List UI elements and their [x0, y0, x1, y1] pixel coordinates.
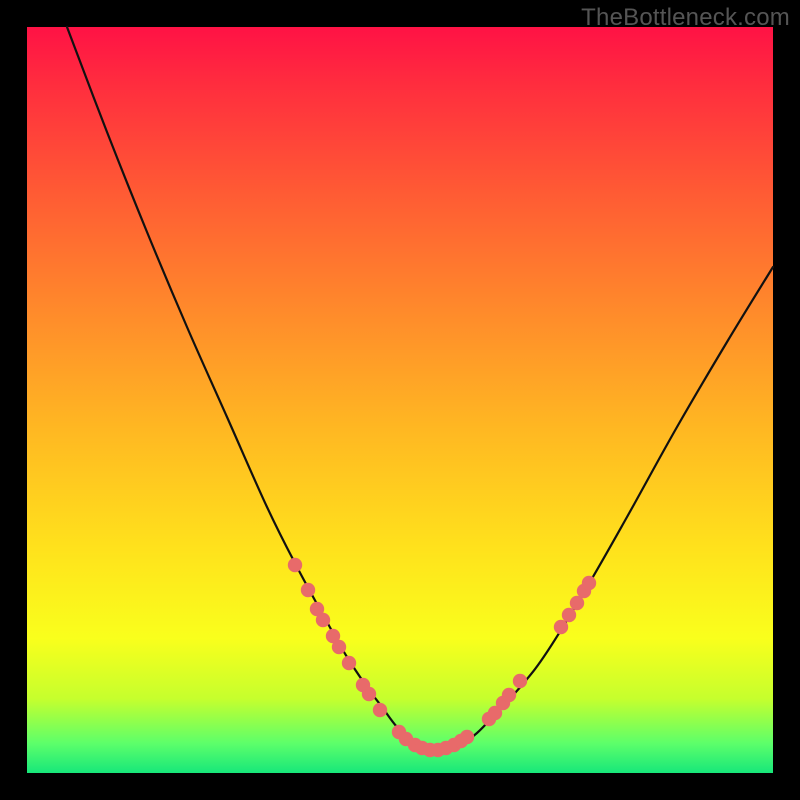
curve-marker — [362, 687, 376, 701]
curve-marker — [342, 656, 356, 670]
curve-marker — [502, 688, 516, 702]
curve-marker — [373, 703, 387, 717]
curve-marker — [460, 730, 474, 744]
curve-marker — [554, 620, 568, 634]
bottleneck-curve — [67, 27, 773, 750]
curve-marker — [332, 640, 346, 654]
curve-marker — [570, 596, 584, 610]
curve-marker — [288, 558, 302, 572]
curve-marker — [562, 608, 576, 622]
curve-marker — [301, 583, 315, 597]
chart-frame: TheBottleneck.com — [0, 0, 800, 800]
curve-svg — [27, 27, 773, 773]
plot-area — [27, 27, 773, 773]
curve-marker — [582, 576, 596, 590]
curve-marker — [513, 674, 527, 688]
curve-marker — [316, 613, 330, 627]
marker-group — [288, 558, 596, 757]
